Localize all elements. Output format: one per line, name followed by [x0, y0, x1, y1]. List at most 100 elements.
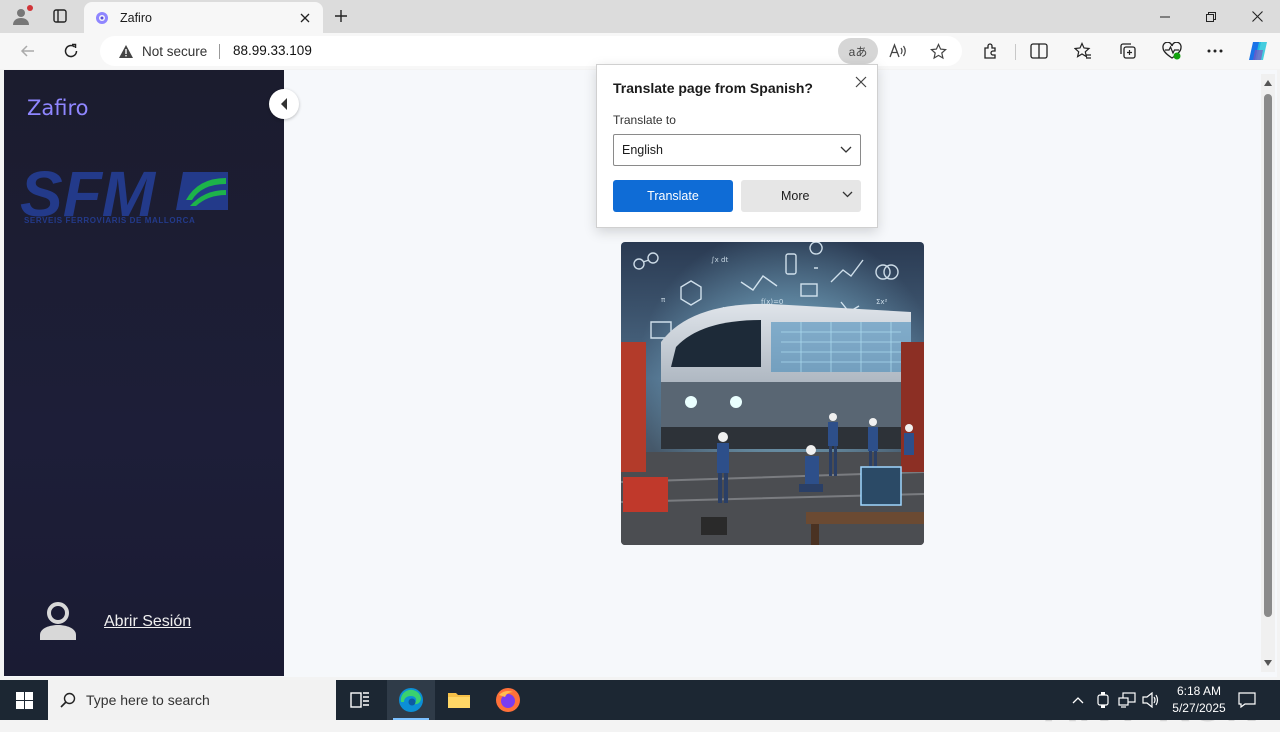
- zafiro-favicon: [96, 11, 108, 24]
- favorites-icon: [1074, 42, 1091, 59]
- translate-to-label: Translate to: [613, 113, 676, 127]
- collections-button[interactable]: [1114, 37, 1142, 65]
- chevron-up-icon: [1072, 696, 1084, 703]
- scroll-down-arrow-icon[interactable]: [1263, 658, 1273, 668]
- task-view-button[interactable]: [336, 680, 384, 720]
- taskbar-firefox[interactable]: [484, 680, 532, 720]
- edge-icon: [399, 688, 423, 712]
- firefox-icon: [496, 688, 520, 712]
- hero-image: ∫x dtf(x)=0Σx² πΔ√e: [621, 242, 924, 545]
- language-select[interactable]: English: [613, 134, 861, 166]
- copilot-icon: [1249, 42, 1267, 60]
- close-window-button[interactable]: [1234, 0, 1280, 33]
- refresh-icon: [64, 43, 78, 58]
- chevron-down-icon: [842, 191, 853, 198]
- toolbar-separator: [1015, 44, 1016, 60]
- taskbar-clock[interactable]: 6:18 AM 5/27/2025: [1160, 683, 1238, 717]
- performance-icon: [1162, 42, 1182, 60]
- folder-icon: [448, 693, 470, 708]
- sfm-logo-subtitle: SERVEIS FERROVIARIS DE MALLORCA: [24, 216, 196, 225]
- address-bar[interactable]: Not secure 88.99.33.109 aあ: [100, 36, 962, 66]
- minimize-icon: [1160, 16, 1170, 17]
- extensions-icon: [984, 43, 996, 59]
- chevron-left-icon: [281, 98, 287, 110]
- favorite-button[interactable]: [925, 38, 951, 64]
- translate-button[interactable]: aあ: [838, 38, 878, 64]
- warning-icon: [119, 44, 133, 58]
- back-button[interactable]: [14, 37, 42, 65]
- windows-taskbar: Type here to search 6:18 AM 5/27/2025: [0, 680, 1280, 720]
- refresh-button[interactable]: [57, 37, 85, 65]
- clock-date: 5/27/2025: [1172, 701, 1226, 715]
- copilot-button[interactable]: [1244, 37, 1272, 65]
- extensions-button[interactable]: [977, 37, 1005, 65]
- favorites-button[interactable]: [1069, 37, 1097, 65]
- volume-icon: [1142, 692, 1159, 708]
- device-icon: [1097, 692, 1109, 708]
- url-text[interactable]: 88.99.33.109: [233, 36, 312, 66]
- more-button-label: More: [781, 189, 810, 203]
- task-view-icon: [350, 692, 369, 708]
- search-placeholder: Type here to search: [86, 692, 210, 708]
- close-tab-button[interactable]: [297, 10, 313, 26]
- sidebar: Zafiro SFM SERVEIS FERROVIARIS DE MALLOR…: [4, 70, 284, 676]
- page-scrollbar[interactable]: [1261, 74, 1275, 672]
- performance-button[interactable]: [1158, 37, 1186, 65]
- security-label: Not secure: [142, 43, 208, 59]
- notification-dot: [27, 5, 33, 11]
- taskbar-search[interactable]: Type here to search: [48, 680, 336, 720]
- new-tab-icon: [335, 10, 347, 22]
- translate-popup: Translate page from Spanish? Translate t…: [596, 64, 878, 228]
- more-options-button[interactable]: More: [741, 180, 861, 212]
- minimize-button[interactable]: [1142, 0, 1188, 33]
- new-tab-button[interactable]: [330, 5, 352, 27]
- selected-language: English: [622, 143, 663, 157]
- translate-popup-title: Translate page from Spanish?: [613, 80, 813, 96]
- svg-text:∫x dt: ∫x dt: [711, 256, 728, 264]
- restore-icon: [1206, 11, 1216, 22]
- close-icon: [300, 13, 310, 22]
- search-icon: [60, 692, 76, 708]
- scrollbar-thumb[interactable]: [1264, 94, 1272, 617]
- network-icon: [1118, 692, 1136, 708]
- translate-icon: aあ: [848, 44, 868, 59]
- address-separator: [219, 44, 220, 59]
- split-screen-icon: [1030, 43, 1048, 59]
- site-security-indicator[interactable]: Not secure: [118, 36, 207, 66]
- back-icon: [20, 45, 34, 57]
- translate-button-primary[interactable]: Translate: [613, 180, 733, 212]
- taskbar-edge[interactable]: [387, 680, 435, 720]
- close-icon: [855, 76, 867, 88]
- read-aloud-button[interactable]: [885, 38, 911, 64]
- close-window-icon: [1251, 11, 1263, 22]
- tray-volume[interactable]: [1140, 680, 1162, 720]
- notifications-button[interactable]: [1232, 680, 1262, 720]
- tab-strip: Zafiro: [0, 0, 1280, 33]
- tray-device[interactable]: [1093, 680, 1113, 720]
- show-hidden-icons-button[interactable]: [1068, 680, 1088, 720]
- taskbar-file-explorer[interactable]: [435, 680, 483, 720]
- clock-time: 6:18 AM: [1176, 684, 1222, 698]
- close-popup-button[interactable]: [851, 72, 871, 92]
- split-screen-button[interactable]: [1025, 37, 1053, 65]
- login-link[interactable]: Abrir Sesión: [104, 613, 191, 631]
- tab-actions-button[interactable]: [46, 4, 74, 28]
- more-icon: [1207, 49, 1223, 53]
- profile-button[interactable]: [8, 4, 34, 28]
- login-area: Abrir Sesión: [36, 600, 191, 644]
- collapse-sidebar-button[interactable]: [269, 89, 299, 119]
- notification-icon: [1238, 692, 1256, 708]
- chevron-down-icon: [840, 146, 852, 153]
- settings-more-button[interactable]: [1201, 37, 1229, 65]
- restore-button[interactable]: [1188, 0, 1234, 33]
- brand-title[interactable]: Zafiro: [27, 96, 89, 120]
- favorite-star-icon: [929, 42, 947, 59]
- tab-title: Zafiro: [120, 10, 152, 25]
- tab-zafiro[interactable]: Zafiro: [84, 2, 323, 33]
- start-button[interactable]: [0, 680, 48, 720]
- windows-logo-icon: [15, 691, 33, 709]
- collections-icon: [1120, 43, 1136, 59]
- scroll-up-arrow-icon[interactable]: [1263, 78, 1273, 88]
- tray-network[interactable]: [1116, 680, 1138, 720]
- read-aloud-icon: [889, 43, 906, 58]
